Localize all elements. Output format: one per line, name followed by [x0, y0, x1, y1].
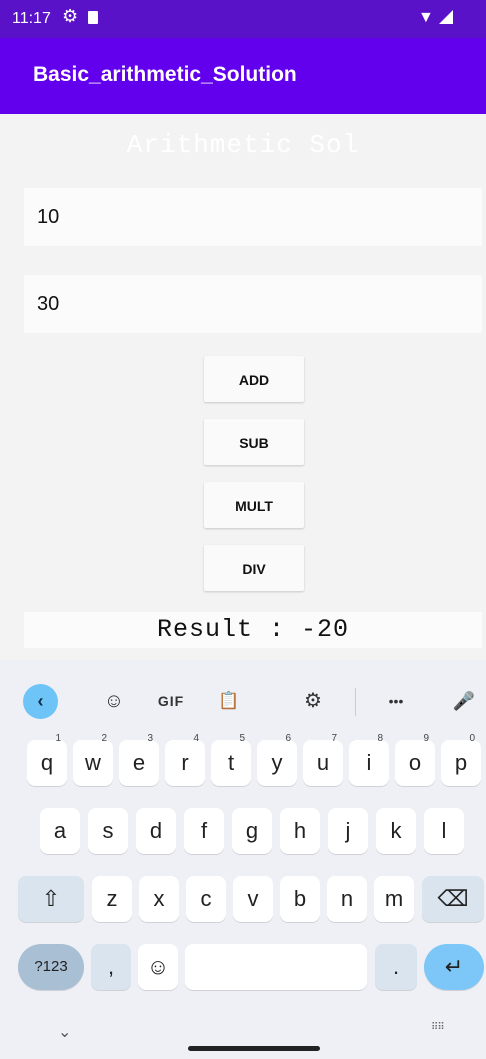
key-j[interactable]: j — [328, 808, 368, 854]
key-label: r — [181, 750, 189, 775]
key-hint: 8 — [377, 733, 383, 744]
soft-keyboard: ‹ ☺ GIF 📋 ⚙ ••• 🎤 q1 w2 e3 r4 t5 y6 u7 i… — [0, 660, 486, 1059]
key-e[interactable]: e3 — [119, 733, 159, 786]
key-a[interactable]: a — [40, 808, 80, 854]
add-button[interactable]: ADD — [204, 356, 304, 402]
key-s[interactable]: s — [88, 808, 128, 854]
key-g[interactable]: g — [232, 808, 272, 854]
comma-key[interactable]: , — [91, 944, 131, 990]
key-k[interactable]: k — [376, 808, 416, 854]
symbols-key[interactable]: ?123 — [18, 944, 84, 990]
more-icon[interactable]: ••• — [379, 684, 413, 718]
keyboard-switch-icon[interactable]: ⠿⠿ — [431, 1022, 445, 1033]
key-hint: 1 — [55, 733, 61, 744]
status-time: 11:17 — [12, 10, 51, 27]
sd-card-icon — [88, 11, 98, 24]
key-label: y — [271, 750, 283, 775]
key-o[interactable]: o9 — [395, 733, 435, 786]
chevron-left-icon[interactable]: ‹ — [23, 684, 58, 719]
first-number-input[interactable] — [24, 188, 482, 246]
key-l[interactable]: l — [424, 808, 464, 854]
key-h[interactable]: h — [280, 808, 320, 854]
key-label: o — [408, 750, 422, 775]
key-m[interactable]: m — [374, 876, 414, 922]
backspace-key[interactable]: ⌫ — [422, 876, 484, 922]
key-label: t — [227, 750, 235, 775]
key-hint: 5 — [239, 733, 245, 744]
first-number-field[interactable] — [24, 188, 482, 246]
collapse-keyboard-icon[interactable]: ⌄ — [58, 1022, 71, 1042]
key-label: i — [366, 750, 372, 775]
key-r[interactable]: r4 — [165, 733, 205, 786]
key-u[interactable]: u7 — [303, 733, 343, 786]
key-y[interactable]: y6 — [257, 733, 297, 786]
key-hint: 6 — [285, 733, 291, 744]
key-label: e — [132, 750, 146, 775]
key-d[interactable]: d — [136, 808, 176, 854]
settings-gear-icon: ⚙ — [62, 6, 79, 26]
key-w[interactable]: w2 — [73, 733, 113, 786]
key-x[interactable]: x — [139, 876, 179, 922]
second-number-field[interactable] — [24, 275, 482, 333]
key-hint: 3 — [147, 733, 153, 744]
key-c[interactable]: c — [186, 876, 226, 922]
key-label: q — [40, 750, 54, 775]
shift-key[interactable]: ⇧ — [18, 876, 84, 922]
key-hint: 0 — [469, 733, 475, 744]
cell-signal-icon — [439, 10, 453, 24]
toolbar-divider — [355, 688, 356, 716]
key-hint: 2 — [101, 733, 107, 744]
emoji-key[interactable]: ☺ — [138, 944, 178, 990]
key-label: w — [85, 750, 101, 775]
key-b[interactable]: b — [280, 876, 320, 922]
result-box: Result : -20 — [24, 612, 482, 648]
sub-button[interactable]: SUB — [204, 419, 304, 465]
mult-button[interactable]: MULT — [204, 482, 304, 528]
gesture-nav-handle[interactable] — [188, 1046, 320, 1051]
sticker-icon[interactable]: ☺ — [97, 684, 131, 718]
microphone-icon[interactable]: 🎤 — [447, 684, 481, 718]
status-bar: 11:17 ⚙ ▼ — [0, 0, 486, 38]
key-hint: 4 — [193, 733, 199, 744]
wifi-icon: ▼ — [418, 9, 434, 26]
period-key[interactable]: . — [375, 944, 417, 990]
key-f[interactable]: f — [184, 808, 224, 854]
watermark-title: Arithmetic Sol — [126, 130, 360, 160]
key-p[interactable]: p0 — [441, 733, 481, 786]
space-key[interactable] — [185, 944, 367, 990]
app-bar: Basic_arithmetic_Solution — [0, 38, 486, 114]
enter-key[interactable]: ↵ — [424, 944, 484, 990]
key-label: u — [316, 750, 330, 775]
key-t[interactable]: t5 — [211, 733, 251, 786]
key-z[interactable]: z — [92, 876, 132, 922]
second-number-input[interactable] — [24, 275, 482, 333]
key-label: p — [454, 750, 468, 775]
key-v[interactable]: v — [233, 876, 273, 922]
key-hint: 9 — [423, 733, 429, 744]
div-button[interactable]: DIV — [204, 545, 304, 591]
key-q[interactable]: q1 — [27, 733, 67, 786]
result-text: Result : -20 — [156, 615, 350, 644]
settings-icon[interactable]: ⚙ — [296, 684, 330, 718]
key-n[interactable]: n — [327, 876, 367, 922]
gif-button[interactable]: GIF — [154, 684, 188, 718]
clipboard-icon[interactable]: 📋 — [212, 684, 246, 718]
key-i[interactable]: i8 — [349, 733, 389, 786]
key-hint: 7 — [331, 733, 337, 744]
app-title: Basic_arithmetic_Solution — [33, 63, 297, 86]
